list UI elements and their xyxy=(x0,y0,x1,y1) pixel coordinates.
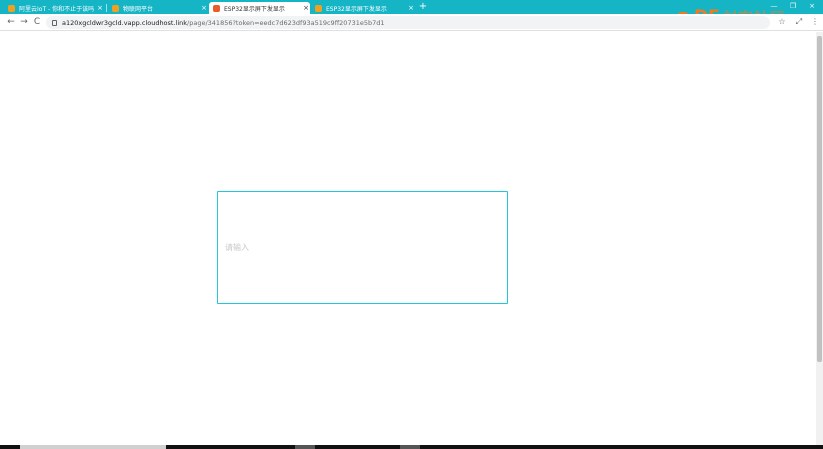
reload-button[interactable]: C xyxy=(31,16,43,28)
tab-divider xyxy=(106,4,107,12)
favicon-icon xyxy=(213,4,220,12)
tab-esp32-display[interactable]: ESP32显示屏下发显示 × xyxy=(311,2,415,14)
taskbar-app[interactable] xyxy=(400,445,420,449)
maximize-button[interactable]: ❐ xyxy=(785,1,801,11)
bookmark-star-icon[interactable]: ☆ xyxy=(776,16,788,28)
lock-icon xyxy=(52,19,57,26)
favicon-icon xyxy=(315,4,322,12)
os-taskbar xyxy=(0,445,823,449)
address-bar[interactable]: a120xgcldwr3gcld.vapp.cloudhost.link /pa… xyxy=(46,16,770,29)
close-icon[interactable]: × xyxy=(302,4,310,12)
input-placeholder: 请输入 xyxy=(225,243,249,252)
menu-icon[interactable]: ⋮ xyxy=(809,16,821,28)
favicon-icon xyxy=(8,4,15,12)
url-host: a120xgcldwr3gcld.vapp.cloudhost.link xyxy=(62,18,188,27)
tab-title: ESP32显示屏下发显示 xyxy=(224,5,285,13)
tab-title: 物联网平台 xyxy=(123,5,154,13)
extension-icon[interactable]: ⤢ xyxy=(793,16,805,28)
url-path: /page/341856?token=eedc7d623df93a519c9ff… xyxy=(187,18,385,27)
favicon-icon xyxy=(112,4,119,12)
close-icon[interactable]: × xyxy=(407,4,415,12)
back-button[interactable]: ← xyxy=(5,16,17,28)
tab-iot-platform[interactable]: 物联网平台 × xyxy=(108,2,208,14)
taskbar-app[interactable] xyxy=(295,445,315,449)
new-tab-button[interactable]: + xyxy=(418,2,428,12)
tab-aliyun-iot[interactable]: 阿里云IoT - 你和不止于该吗 × xyxy=(4,2,104,14)
browser-toolbar: ← → C a120xgcldwr3gcld.vapp.cloudhost.li… xyxy=(0,14,823,31)
close-window-button[interactable]: × xyxy=(804,1,820,11)
tab-title: 阿里云IoT - 你和不止于该吗 xyxy=(19,5,95,13)
close-icon[interactable]: × xyxy=(96,4,104,12)
message-input[interactable]: 请输入 xyxy=(217,191,508,304)
forward-button[interactable]: → xyxy=(18,16,30,28)
tab-title: ESP32显示屏下发显示 xyxy=(326,5,387,13)
page-scrollbar[interactable] xyxy=(816,32,823,445)
close-icon[interactable]: × xyxy=(200,4,208,12)
taskbar-search[interactable] xyxy=(20,445,166,449)
scrollbar-thumb[interactable] xyxy=(817,36,822,362)
tab-esp32-display-active[interactable]: ESP32显示屏下发显示 × xyxy=(209,2,310,14)
